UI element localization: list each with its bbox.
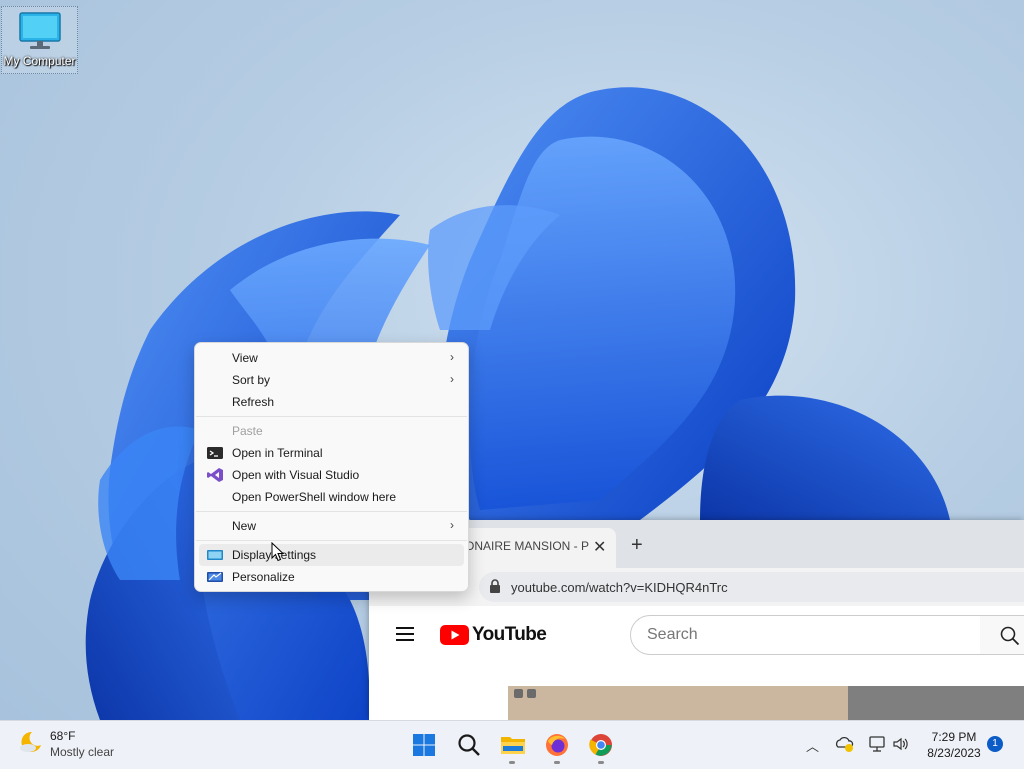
start-icon bbox=[413, 734, 435, 756]
taskbar-firefox[interactable] bbox=[543, 731, 571, 759]
menu-item-new[interactable]: New › bbox=[199, 515, 464, 537]
menu-item-display-settings[interactable]: Display settings bbox=[199, 544, 464, 566]
show-hidden-icons-chevron-icon[interactable]: ︿ bbox=[806, 736, 819, 755]
youtube-search-button[interactable] bbox=[980, 615, 1024, 655]
menu-item-sort-by[interactable]: Sort by › bbox=[199, 369, 464, 391]
menu-item-open-powershell[interactable]: Open PowerShell window here bbox=[199, 486, 464, 508]
chevron-right-icon: › bbox=[450, 350, 454, 364]
menu-separator bbox=[196, 416, 467, 417]
video-thumbnail[interactable] bbox=[848, 686, 1024, 720]
taskbar-chrome[interactable] bbox=[587, 731, 615, 759]
video-control-icon bbox=[527, 689, 536, 698]
personalize-icon bbox=[207, 572, 223, 582]
menu-item-label: Paste bbox=[232, 424, 263, 438]
menu-separator bbox=[196, 511, 467, 512]
menu-item-label: New bbox=[232, 519, 257, 533]
chevron-right-icon: › bbox=[450, 518, 454, 532]
menu-item-open-with-visual-studio[interactable]: Open with Visual Studio bbox=[199, 464, 464, 486]
weather-widget[interactable]: 68°F Mostly clear bbox=[18, 729, 114, 759]
youtube-page: YouTube Search bbox=[369, 606, 1024, 720]
menu-item-label: Open in Terminal bbox=[232, 446, 323, 460]
youtube-play-icon bbox=[440, 625, 469, 645]
youtube-search-input[interactable]: Search bbox=[630, 615, 982, 655]
url-text: youtube.com/watch?v=KIDHQR4nTrc bbox=[511, 580, 728, 595]
menu-item-label: Sort by bbox=[232, 373, 271, 387]
close-tab-icon[interactable]: ✕ bbox=[593, 537, 606, 557]
menu-item-label: View bbox=[232, 351, 258, 365]
new-tab-icon[interactable]: + bbox=[631, 534, 643, 557]
menu-item-personalize[interactable]: Personalize bbox=[199, 566, 464, 588]
tab-title: ONAIRE MANSION - P bbox=[465, 539, 590, 553]
lock-icon bbox=[490, 579, 500, 593]
clock-time: 7:29 PM bbox=[931, 730, 977, 744]
search-placeholder: Search bbox=[647, 626, 698, 643]
taskbar-search-button[interactable] bbox=[455, 731, 483, 759]
my-computer-desktop-icon[interactable]: My Computer bbox=[1, 6, 78, 74]
youtube-logo[interactable]: YouTube bbox=[440, 624, 547, 646]
menu-item-label: Personalize bbox=[232, 570, 295, 584]
taskbar-clock[interactable]: 7:29 PM 8/23/2023 bbox=[918, 729, 990, 761]
notification-badge[interactable]: 1 bbox=[987, 736, 1003, 752]
mouse-cursor-icon bbox=[271, 542, 285, 562]
youtube-logo-text: YouTube bbox=[472, 624, 547, 645]
menu-item-label: Open with Visual Studio bbox=[232, 468, 360, 482]
menu-item-refresh[interactable]: Refresh bbox=[199, 391, 464, 413]
video-control-icon bbox=[514, 689, 523, 698]
menu-item-view[interactable]: View › bbox=[199, 347, 464, 369]
taskbar: 68°F Mostly clear ︿ 7:29 PM 8/23/2023 1 bbox=[0, 720, 1024, 769]
hamburger-menu-icon[interactable] bbox=[396, 627, 414, 641]
taskbar-file-explorer[interactable] bbox=[499, 731, 527, 759]
visual-studio-icon bbox=[207, 468, 223, 482]
running-indicator bbox=[554, 761, 560, 764]
chrome-icon bbox=[589, 734, 612, 756]
network-icon[interactable] bbox=[868, 735, 888, 753]
my-computer-label: My Computer bbox=[3, 54, 76, 68]
desktop-context-menu: View › Sort by › Refresh Paste Open in T… bbox=[194, 342, 469, 592]
weather-condition: Mostly clear bbox=[50, 745, 115, 759]
menu-item-label: Open PowerShell window here bbox=[232, 490, 397, 504]
menu-separator bbox=[196, 540, 467, 541]
running-indicator bbox=[509, 761, 515, 764]
display-settings-icon bbox=[207, 550, 223, 560]
search-icon bbox=[458, 734, 480, 756]
url-field[interactable]: youtube.com/watch?v=KIDHQR4nTrc bbox=[479, 572, 1024, 602]
start-button[interactable] bbox=[410, 731, 438, 759]
terminal-icon bbox=[207, 447, 223, 459]
firefox-icon bbox=[546, 734, 568, 756]
menu-item-label: Refresh bbox=[232, 395, 275, 409]
onedrive-warning-icon[interactable] bbox=[835, 735, 855, 753]
menu-item-paste: Paste bbox=[199, 420, 464, 442]
running-indicator bbox=[598, 761, 604, 764]
volume-icon[interactable] bbox=[892, 735, 910, 753]
weather-temperature: 68°F bbox=[50, 729, 76, 743]
monitor-icon bbox=[18, 12, 61, 49]
clock-date: 8/23/2023 bbox=[927, 746, 981, 760]
video-thumbnail[interactable] bbox=[508, 686, 848, 720]
file-explorer-icon bbox=[501, 737, 525, 754]
menu-item-open-in-terminal[interactable]: Open in Terminal bbox=[199, 442, 464, 464]
search-icon bbox=[1000, 626, 1020, 646]
moon-cloud-icon bbox=[20, 731, 41, 752]
chevron-right-icon: › bbox=[450, 372, 454, 386]
